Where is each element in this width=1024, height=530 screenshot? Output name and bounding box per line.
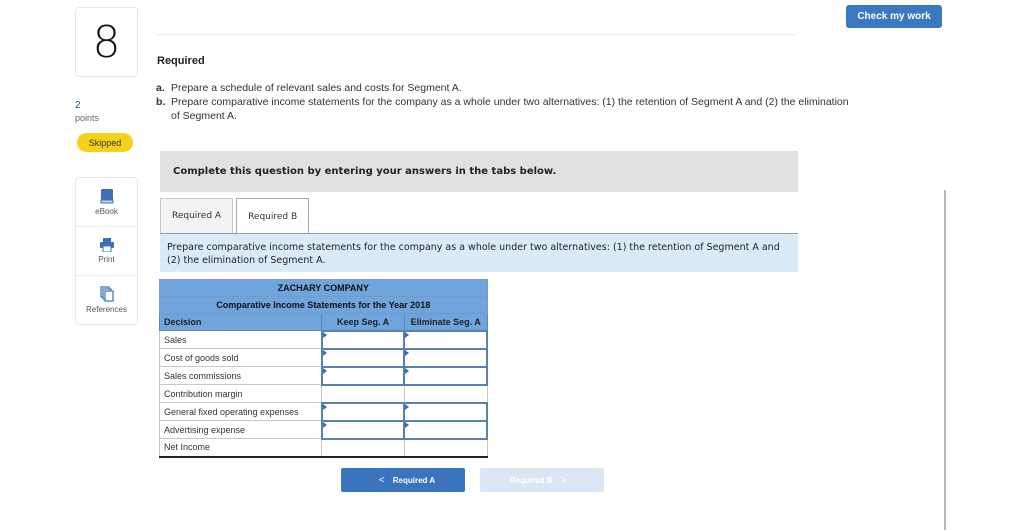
check-my-work-button[interactable]: Check my work — [846, 5, 942, 28]
eliminate-input[interactable] — [405, 349, 486, 366]
item-text: Prepare a schedule of relevant sales and… — [171, 82, 462, 94]
printer-icon — [99, 238, 114, 252]
row-label: Advertising expense — [158, 420, 323, 439]
print-label: Print — [98, 255, 115, 264]
references-label: References — [86, 305, 127, 314]
eliminate-value — [403, 384, 488, 403]
question-number: 8 — [75, 7, 138, 77]
eliminate-cell — [403, 401, 488, 422]
keep-input[interactable] — [322, 331, 404, 348]
header-divider — [156, 34, 796, 35]
required-item-a: a. Prepare a schedule of relevant sales … — [156, 81, 856, 95]
tools-panel: eBook Print References — [75, 177, 138, 325]
eliminate-cell — [403, 365, 488, 386]
points-value: 2 — [75, 100, 81, 111]
income-statement-table: ZACHARY COMPANY Comparative Income State… — [158, 279, 488, 458]
required-list: a. Prepare a schedule of relevant sales … — [156, 81, 856, 123]
table-row: Sales commissions — [158, 365, 488, 386]
eliminate-cell — [403, 347, 488, 368]
keep-cell — [320, 347, 406, 368]
chevron-left-icon: < — [378, 474, 385, 486]
eliminate-value — [403, 438, 488, 458]
book-icon — [100, 189, 113, 204]
table-row: Advertising expense — [158, 419, 488, 440]
tab-required-b[interactable]: Required B — [236, 198, 310, 234]
print-button[interactable]: Print — [76, 227, 137, 276]
keep-cell — [320, 419, 406, 440]
status-badge: Skipped — [77, 133, 133, 152]
table-row: General fixed operating expenses — [158, 401, 488, 422]
next-required-b-button[interactable]: Required B > — [480, 468, 604, 492]
item-letter: b. — [156, 96, 166, 108]
keep-input[interactable] — [322, 421, 404, 438]
eliminate-input[interactable] — [405, 367, 486, 384]
prev-required-a-button[interactable]: < Required A — [341, 468, 465, 492]
row-label: Sales — [158, 330, 323, 349]
column-header-eliminate: Eliminate Seg. A — [403, 313, 488, 331]
required-item-b: b. Prepare comparative income statements… — [156, 95, 856, 123]
references-icon — [99, 286, 114, 302]
eliminate-input[interactable] — [405, 331, 486, 348]
row-label: Cost of goods sold — [158, 348, 323, 367]
item-text: Prepare comparative income statements fo… — [171, 96, 849, 122]
row-label: General fixed operating expenses — [158, 402, 323, 421]
keep-value — [321, 384, 405, 403]
keep-cell — [320, 365, 406, 386]
chevron-right-icon: > — [560, 474, 567, 486]
item-letter: a. — [156, 82, 165, 94]
company-name: ZACHARY COMPANY — [159, 279, 488, 297]
keep-cell — [320, 329, 406, 350]
next-label: Required B — [509, 475, 553, 485]
table-row: Sales — [158, 329, 488, 350]
column-header-decision: Decision — [158, 313, 323, 331]
required-heading: Required — [157, 55, 205, 67]
eliminate-cell — [403, 419, 488, 440]
tab-description: Prepare comparative income statements fo… — [160, 234, 798, 272]
ebook-button[interactable]: eBook — [76, 178, 137, 227]
references-button[interactable]: References — [76, 276, 137, 324]
tab-bar: Required A Required B — [160, 198, 310, 234]
keep-input[interactable] — [322, 349, 404, 366]
prev-label: Required A — [392, 475, 436, 485]
points-label: points — [75, 113, 100, 123]
keep-cell — [320, 401, 406, 422]
instruction-banner: Complete this question by entering your … — [160, 151, 798, 192]
keep-input[interactable] — [322, 367, 404, 384]
row-label: Net Income — [158, 438, 323, 458]
column-header-keep: Keep Seg. A — [321, 313, 405, 331]
eliminate-input[interactable] — [405, 403, 486, 420]
keep-value — [321, 438, 405, 458]
eliminate-cell — [403, 329, 488, 350]
row-label: Sales commissions — [158, 366, 323, 385]
table-row: Net Income — [158, 438, 488, 458]
table-row: Contribution margin — [158, 384, 488, 403]
eliminate-input[interactable] — [405, 421, 486, 438]
ebook-label: eBook — [95, 207, 118, 216]
scrollbar[interactable] — [944, 190, 946, 530]
keep-input[interactable] — [322, 403, 404, 420]
row-label: Contribution margin — [158, 384, 323, 403]
tab-required-a[interactable]: Required A — [160, 198, 234, 233]
table-row: Cost of goods sold — [158, 347, 488, 368]
statement-title: Comparative Income Statements for the Ye… — [159, 296, 488, 314]
